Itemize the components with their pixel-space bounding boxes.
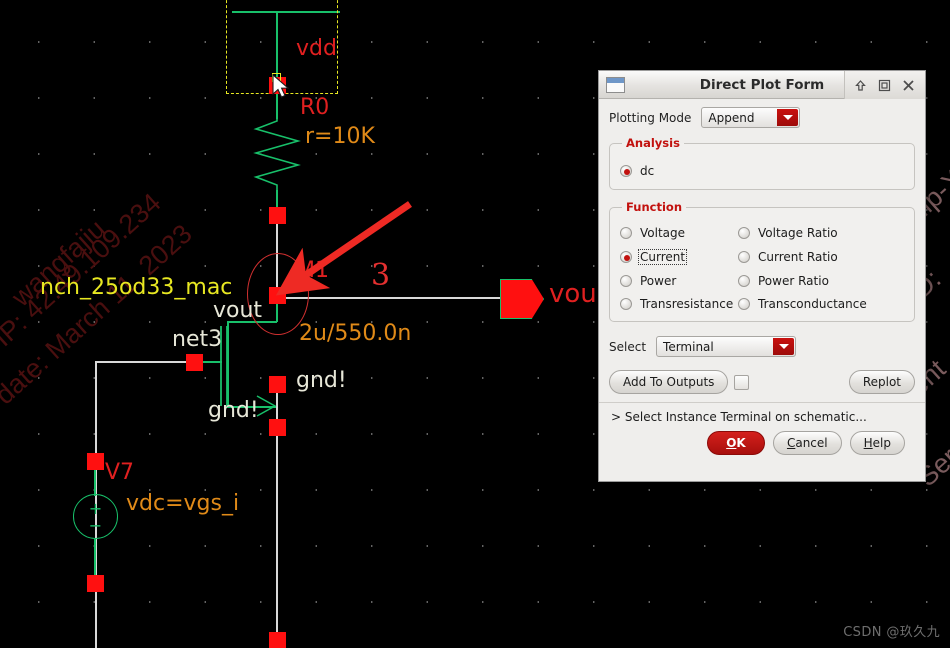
dialog-body: Plotting Mode Append Analysis dc Functio… xyxy=(599,99,925,455)
r-value-label[interactable]: r=10K xyxy=(305,124,375,149)
pin-bulk-gnd[interactable] xyxy=(269,419,286,436)
shade-button[interactable] xyxy=(849,75,871,95)
resistor-symbol[interactable] xyxy=(252,115,308,193)
radio-dot-icon xyxy=(620,251,632,263)
mouse-cursor-icon xyxy=(272,74,290,98)
vsrc-plus-sign: + xyxy=(88,499,103,518)
radio-dot-icon xyxy=(738,227,750,239)
annotation-arrow-3 xyxy=(275,201,412,296)
radio-label: Power xyxy=(640,274,677,288)
add-to-outputs-checkbox[interactable] xyxy=(734,374,750,390)
dialog-button-row: OK Cancel Help xyxy=(609,424,915,455)
cancel-button[interactable]: Cancel xyxy=(772,431,842,455)
vsrc-minus-sign: − xyxy=(88,516,103,535)
ok-button-rest: K xyxy=(736,436,746,450)
radio-function-power[interactable]: Power xyxy=(620,274,738,288)
device-size-label[interactable]: 2u/550.0n xyxy=(299,321,411,346)
radio-function-current-ratio[interactable]: Current Ratio xyxy=(738,249,904,265)
chevron-down-icon[interactable] xyxy=(773,338,795,355)
radio-label: Current xyxy=(638,249,688,265)
radio-function-transconductance[interactable]: Transconductance xyxy=(738,297,904,311)
cancel-button-rest: ancel xyxy=(795,436,828,450)
plotting-mode-dropdown[interactable]: Append xyxy=(701,107,801,128)
replot-button[interactable]: Replot xyxy=(848,370,915,394)
screen: IP: 42.49.109.234 wangfajiu ver date: Marc… xyxy=(0,0,950,648)
radio-label: Voltage Ratio xyxy=(758,226,838,240)
analysis-legend: Analysis xyxy=(626,136,680,150)
radio-dot-icon xyxy=(620,227,632,239)
voltage-source-symbol[interactable]: + − xyxy=(73,494,118,539)
function-group: Function Voltage Voltage Ratio Current Curr… xyxy=(609,200,915,322)
maximize-button[interactable] xyxy=(873,75,895,95)
radio-function-transresistance[interactable]: Transresistance xyxy=(620,297,738,311)
direct-plot-form-dialog: Direct Plot Form Plotting Mode Append An… xyxy=(598,70,926,482)
annotation-number-3: 3 xyxy=(371,258,391,293)
pin-gate[interactable] xyxy=(186,354,203,371)
select-label: Select xyxy=(609,339,647,354)
select-dropdown[interactable]: Terminal xyxy=(656,336,797,357)
pin-vsrc-top[interactable] xyxy=(87,453,104,470)
close-button[interactable] xyxy=(897,75,919,95)
radio-analysis-dc-label: dc xyxy=(640,164,655,178)
vout-net-label[interactable]: vout xyxy=(213,298,262,323)
help-button[interactable]: Help xyxy=(849,431,905,455)
radio-label: Current Ratio xyxy=(758,250,838,264)
analysis-group: Analysis dc xyxy=(609,136,915,190)
v7-label[interactable]: V7 xyxy=(105,460,134,485)
select-row: Select Terminal xyxy=(609,336,915,357)
vout-port-label[interactable]: vou xyxy=(549,279,597,309)
radio-dot-icon xyxy=(738,251,750,263)
net3-label[interactable]: net3 xyxy=(172,327,222,352)
ok-button[interactable]: OK xyxy=(706,431,765,455)
vdd-label[interactable]: vdd xyxy=(296,36,337,61)
plotting-mode-value: Append xyxy=(708,110,755,125)
function-radio-grid: Voltage Voltage Ratio Current Current Ratio… xyxy=(620,226,904,311)
radio-label: Transresistance xyxy=(640,297,734,311)
model-label[interactable]: nch_25od33_mac xyxy=(40,275,232,300)
radio-label: Power Ratio xyxy=(758,274,829,288)
action-row: Add To Outputs Replot xyxy=(609,370,915,394)
dialog-titlebar[interactable]: Direct Plot Form xyxy=(599,71,925,99)
radio-function-power-ratio[interactable]: Power Ratio xyxy=(738,274,904,288)
radio-analysis-dc[interactable]: dc xyxy=(620,164,904,178)
wire-vsrc-bottom xyxy=(94,538,96,580)
gnd-label-below[interactable]: gnd! xyxy=(208,398,259,423)
function-legend: Function xyxy=(626,200,683,214)
help-button-rest: elp xyxy=(872,436,891,450)
status-message: > Select Instance Terminal on schematic.… xyxy=(599,402,925,424)
vdc-value-label[interactable]: vdc=vgs_i xyxy=(126,491,239,516)
csdn-watermark: CSDN @玖久九 xyxy=(843,625,940,640)
radio-function-current[interactable]: Current xyxy=(620,249,738,265)
r0-label[interactable]: R0 xyxy=(300,95,329,120)
add-to-outputs-button[interactable]: Add To Outputs xyxy=(609,370,729,394)
radio-label: Transconductance xyxy=(758,297,867,311)
plotting-mode-label: Plotting Mode xyxy=(609,110,692,125)
radio-function-voltage[interactable]: Voltage xyxy=(620,226,738,240)
radio-dot-icon xyxy=(620,298,632,310)
radio-function-voltage-ratio[interactable]: Voltage Ratio xyxy=(738,226,904,240)
radio-label: Voltage xyxy=(640,226,686,240)
wire-gate-left xyxy=(95,361,191,363)
pin-vsrc-bottom[interactable] xyxy=(87,575,104,592)
chevron-down-icon[interactable] xyxy=(777,109,799,126)
pin-bottom-node[interactable] xyxy=(269,632,286,648)
radio-dot-icon xyxy=(738,298,750,310)
radio-dot-icon xyxy=(620,275,632,287)
pin-source[interactable] xyxy=(269,376,286,393)
select-value: Terminal xyxy=(663,339,714,354)
gnd-label-right[interactable]: gnd! xyxy=(296,368,347,393)
plotting-mode-row: Plotting Mode Append xyxy=(609,107,915,128)
radio-dot-icon xyxy=(620,165,632,177)
window-buttons xyxy=(844,71,925,99)
radio-dot-icon xyxy=(738,275,750,287)
